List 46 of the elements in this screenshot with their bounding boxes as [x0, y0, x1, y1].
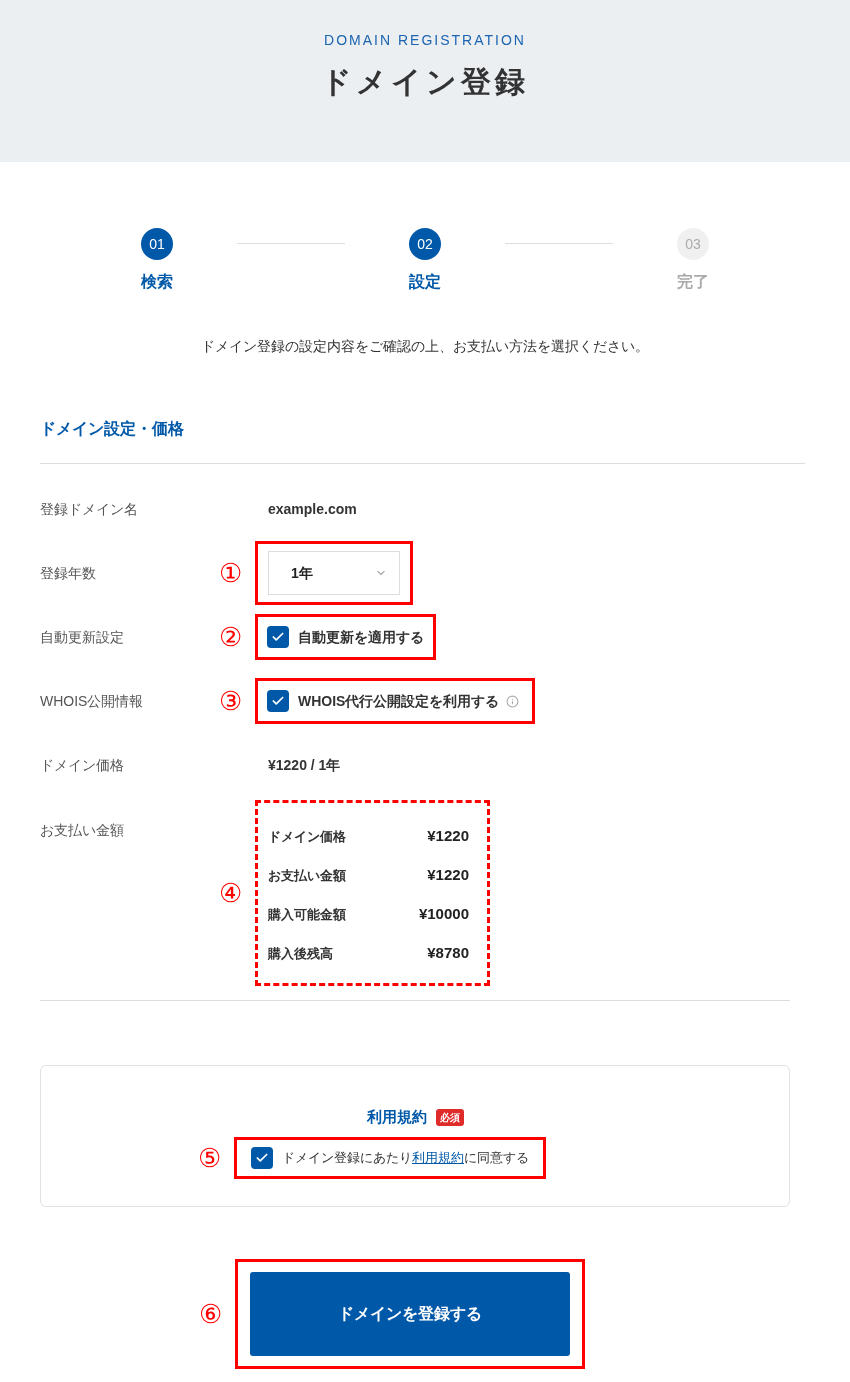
field-label: 登録年数: [40, 563, 97, 583]
years-select[interactable]: 1年: [268, 551, 400, 595]
page-title: ドメイン登録: [321, 64, 529, 100]
checkbox-label: WHOIS代行公開設定を利用する: [298, 691, 500, 711]
checkbox[interactable]: [267, 626, 289, 648]
section-title: ドメイン設定・価格: [40, 419, 185, 439]
step-label: 完了: [677, 272, 709, 292]
step-label: 設定: [409, 272, 441, 292]
price-amount: ¥1220: [427, 865, 470, 886]
annotation-number: ⑥: [198, 1301, 222, 1327]
field-value: ¥1220 / 1年: [267, 755, 341, 775]
instruction-text: ドメイン登録の設定内容をご確認の上、お支払い方法を選択ください。: [200, 337, 650, 356]
terms-link[interactable]: 利用規約: [412, 1149, 464, 1165]
annotation-number: ②: [218, 624, 242, 650]
required-badge: 必須: [435, 1108, 464, 1126]
annotation-number: ③: [218, 688, 242, 714]
header-eyebrow: DOMAIN REGISTRATION: [324, 31, 526, 50]
checkbox-label: 自動更新を適用する: [298, 627, 424, 647]
step-number: 02: [409, 228, 441, 260]
select-value: 1年: [291, 563, 313, 583]
price-amount: ¥10000: [418, 904, 470, 925]
field-label: 自動更新設定: [40, 627, 125, 647]
price-label: 購入可能金額: [268, 905, 346, 924]
field-label: お支払い金額: [40, 821, 125, 840]
annotation-number: ⑤: [197, 1144, 221, 1171]
checkbox[interactable]: [251, 1146, 273, 1169]
price-label: ドメイン価格: [268, 827, 346, 846]
step-label: 検索: [141, 272, 173, 292]
check-icon: [271, 694, 285, 708]
step-number: 01: [141, 228, 173, 260]
terms-agreement-text: ドメイン登録にあたり 利用規約に同意する: [282, 1148, 529, 1167]
check-icon: [271, 630, 285, 644]
register-domain-button[interactable]: ドメインを登録する: [250, 1272, 570, 1356]
price-amount: ¥8780: [427, 943, 470, 964]
field-value: example.com: [267, 499, 357, 519]
annotation-number: ①: [218, 560, 242, 586]
field-label: ドメイン価格: [40, 755, 125, 775]
checkbox[interactable]: [267, 690, 289, 712]
annotation-number: ④: [218, 880, 242, 906]
field-label: 登録ドメイン名: [40, 499, 139, 519]
price-label: お支払い金額: [268, 866, 346, 885]
step-number: 03: [677, 228, 709, 260]
field-label: WHOIS公開情報: [40, 691, 145, 711]
price-label: 購入後残高: [268, 944, 333, 963]
terms-title: 利用規約: [366, 1107, 427, 1127]
price-amount: ¥1220: [427, 826, 470, 847]
